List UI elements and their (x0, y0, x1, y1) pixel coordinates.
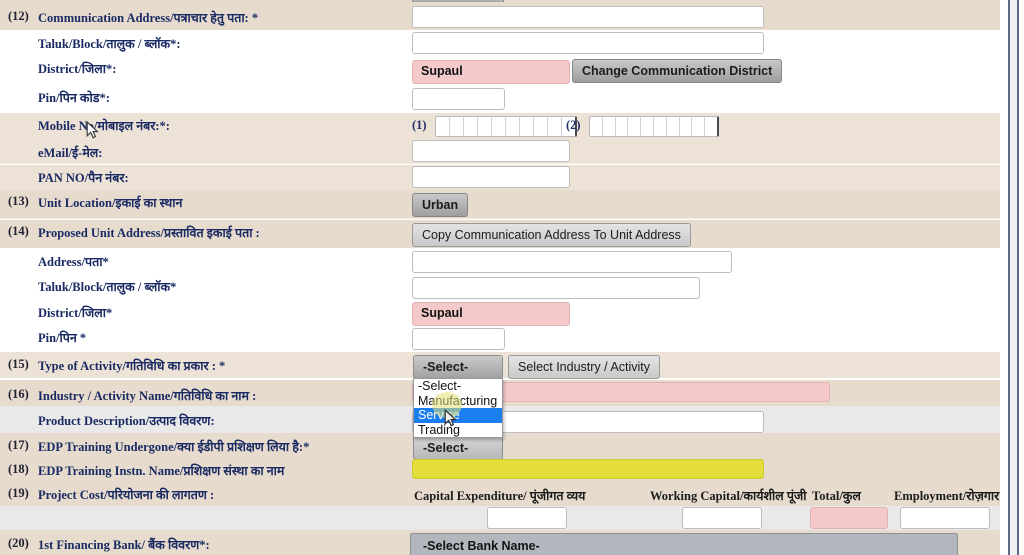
label-comm-pin: Pin/पिन कोड*: (38, 91, 110, 105)
label-unit-pin: Pin/पिन * (38, 331, 87, 345)
edp-training-instn-name-input[interactable] (412, 459, 764, 479)
row-number-18: (18) (8, 462, 29, 476)
row-number-15: (15) (8, 357, 29, 371)
header-employment: Employment/रोज़गार (894, 489, 1000, 503)
row-number-20: (20) (8, 536, 29, 550)
mobile-group-1-label: (1) (412, 118, 427, 132)
type-of-activity-select[interactable]: -Select- (413, 355, 503, 379)
pan-no-input[interactable] (412, 166, 570, 188)
communication-taluk-input[interactable] (412, 32, 764, 54)
mobile-number-2-input[interactable] (589, 116, 719, 137)
scrollbar-track[interactable] (1010, 0, 1017, 555)
change-communication-district-button[interactable]: Change Communication District (572, 59, 783, 83)
label-mobile-no: Mobile No/मोबाइल नंबर:*: (38, 119, 170, 133)
working-capital-input[interactable] (682, 507, 762, 529)
row-number-19: (19) (8, 486, 29, 500)
row-number-16: (16) (8, 387, 29, 401)
unit-pin-input[interactable] (412, 328, 505, 350)
label-first-financing-bank: 1st Financing Bank/ बैंक विवरण*: (38, 538, 210, 552)
mobile-number-1-input[interactable] (435, 116, 577, 137)
row-number-14: (14) (8, 224, 29, 238)
total-input[interactable] (810, 507, 888, 529)
bank-name-select[interactable]: -Select Bank Name- (410, 533, 958, 555)
header-working-capital: Working Capital/कार्यशील पूंजी (650, 489, 807, 503)
page-right-frame (1000, 0, 1024, 555)
communication-district-value[interactable]: Supaul (412, 60, 570, 84)
label-email: eMail/ई-मेल: (38, 146, 103, 160)
row-number-17: (17) (8, 438, 29, 452)
label-industry-activity-name: Industry / Activity Name/गतिविधि का नाम … (38, 389, 257, 403)
label-project-cost: Project Cost/परियोजना की लागतण : (38, 488, 215, 502)
frame-line-right (1017, 0, 1019, 555)
copy-communication-address-button[interactable]: Copy Communication Address To Unit Addre… (412, 223, 691, 247)
email-input[interactable] (412, 140, 570, 162)
label-pan-no: PAN NO/पैन नंबर: (38, 171, 129, 185)
label-edp-training-undergone: EDP Training Undergone/क्या ईडीपी प्रशिक… (38, 440, 310, 454)
edp-training-select[interactable]: -Select- (413, 436, 503, 460)
mouse-cursor-dropdown (444, 409, 457, 427)
label-type-of-activity: Type of Activity/गतिविधि का प्रकार : * (38, 359, 226, 373)
mouse-cursor-mobile-label (86, 121, 99, 139)
label-product-description: Product Description/उत्पाद विवरण: (38, 414, 215, 428)
frame-line-left (1008, 0, 1010, 555)
capital-expenditure-input[interactable] (487, 507, 567, 529)
dropdown-option-trading[interactable]: Trading (414, 423, 502, 438)
label-unit-district: District/जिला* (38, 306, 113, 320)
unit-address-input[interactable] (412, 251, 732, 273)
row-number-12: (12) (8, 9, 29, 23)
label-unit-address: Address/पता* (38, 255, 109, 269)
label-communication-address: Communication Address/पत्राचार हेतु पता:… (38, 11, 259, 25)
header-total: Total/कुल (812, 489, 861, 503)
application-form-page: (12) Communication Address/पत्राचार हेतु… (0, 0, 1024, 555)
label-edp-training-instn-name: EDP Training Instn. Name/प्रशिक्षण संस्थ… (38, 464, 285, 478)
dropdown-option-select[interactable]: -Select- (414, 379, 502, 394)
row-number-13: (13) (8, 194, 29, 208)
label-comm-taluk: Taluk/Block/तालुक / ब्लॉक*: (38, 37, 181, 51)
unit-district-value[interactable]: Supaul (412, 302, 570, 326)
header-capital-expenditure: Capital Expenditure/ पूंजीगत व्यय (414, 489, 586, 503)
mobile-group-2-label: (2) (566, 118, 581, 132)
label-proposed-unit-address: Proposed Unit Address/प्रस्तावित इकाई पत… (38, 226, 260, 240)
communication-address-input[interactable] (412, 6, 764, 28)
employment-input[interactable] (900, 507, 990, 529)
select-industry-activity-button[interactable]: Select Industry / Activity (508, 355, 660, 379)
communication-pin-input[interactable] (412, 88, 505, 110)
unit-location-button[interactable]: Urban (412, 193, 469, 217)
label-unit-location: Unit Location/इकाई का स्थान (38, 196, 183, 210)
unit-taluk-input[interactable] (412, 277, 700, 299)
clipped-top-button[interactable] (412, 0, 504, 2)
label-comm-district: District/जिला*: (38, 62, 117, 76)
label-unit-taluk: Taluk/Block/तालुक / ब्लॉक* (38, 280, 177, 294)
